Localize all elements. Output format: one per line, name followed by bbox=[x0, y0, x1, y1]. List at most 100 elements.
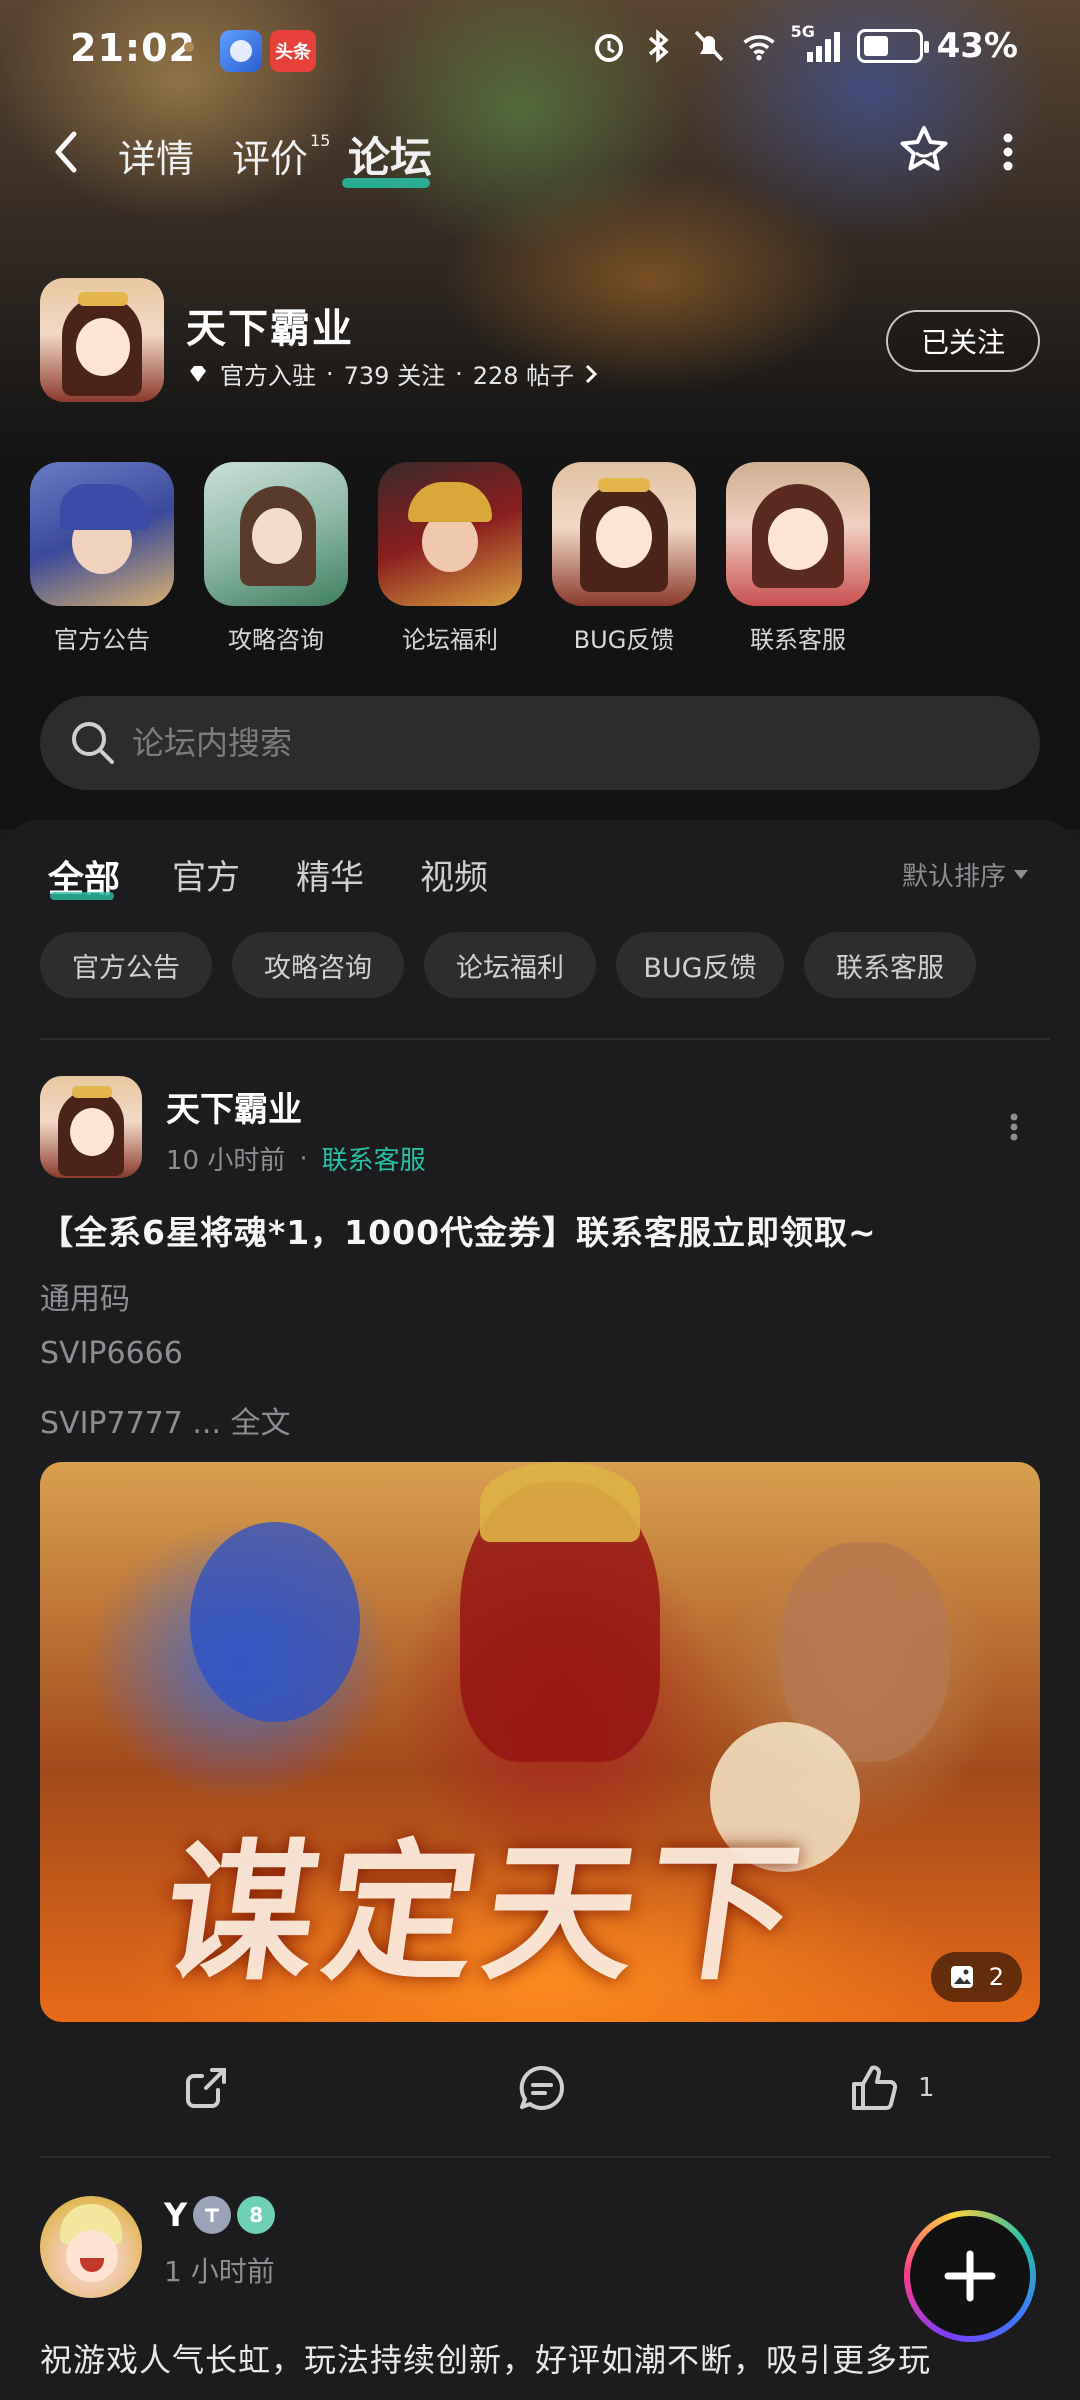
status-bar: 21:02 头条 5G 43% bbox=[0, 0, 1080, 100]
divider bbox=[40, 1038, 1050, 1040]
warrior-red-portrait-icon bbox=[378, 462, 522, 606]
caret-down-icon bbox=[1014, 870, 1029, 879]
battery-percent: 43% bbox=[936, 26, 1018, 66]
image-count-badge: 2 bbox=[930, 1952, 1022, 2002]
follow-button[interactable]: 已关注 bbox=[886, 310, 1040, 372]
forum-avatar[interactable] bbox=[40, 278, 164, 402]
smiling-heroine-portrait-icon bbox=[726, 462, 870, 606]
signal-icon: 5G bbox=[791, 22, 843, 64]
back-arrow-icon[interactable] bbox=[46, 124, 86, 180]
plus-icon bbox=[944, 2250, 996, 2302]
quick-link-bug-report[interactable]: BUG反馈 bbox=[552, 462, 696, 655]
comment-icon bbox=[519, 2065, 564, 2110]
notification-app-icon bbox=[220, 30, 262, 72]
review-count: 15 bbox=[310, 131, 331, 150]
mute-bell-icon bbox=[691, 28, 727, 64]
battery-icon bbox=[856, 29, 929, 63]
post-count: 228 帖子 bbox=[472, 362, 575, 390]
post-title[interactable]: 【全系6星将魂*1，1000代金券】联系客服立即领取~ bbox=[40, 1206, 877, 1254]
like-button[interactable]: 1 bbox=[846, 2058, 935, 2118]
banner-calligraphy: 谋定天下 bbox=[153, 1825, 819, 2001]
post-author-avatar[interactable] bbox=[40, 1076, 142, 1178]
forum-search-bar[interactable] bbox=[40, 696, 1040, 790]
chip-announcements[interactable]: 官方公告 bbox=[40, 932, 212, 998]
forum-title: 天下霸业 bbox=[186, 306, 354, 352]
share-button[interactable] bbox=[178, 2058, 234, 2118]
quick-link-label: 攻略咨询 bbox=[228, 626, 324, 654]
heroine-green-portrait-icon bbox=[204, 462, 348, 606]
quick-link-customer-service[interactable]: 联系客服 bbox=[726, 462, 870, 655]
separator-dot: · bbox=[455, 359, 463, 388]
share-icon bbox=[186, 2068, 226, 2108]
wifi-icon bbox=[741, 28, 777, 64]
status-icons: 5G 43% bbox=[591, 22, 1018, 66]
tab-details[interactable]: 详情 bbox=[118, 128, 194, 183]
tab-video[interactable]: 视频 bbox=[420, 850, 488, 899]
bluetooth-icon bbox=[641, 28, 677, 64]
thumbs-up-icon bbox=[852, 2065, 898, 2110]
quick-link-label: 联系客服 bbox=[750, 626, 846, 654]
author-name-text: Y bbox=[164, 2196, 188, 2234]
post-image[interactable]: 谋定天下 2 bbox=[40, 1462, 1040, 2022]
divider bbox=[40, 2156, 1050, 2158]
tab-featured[interactable]: 精华 bbox=[296, 850, 364, 899]
diamond-icon bbox=[190, 365, 206, 382]
status-dot-icon bbox=[184, 42, 194, 52]
separator-dot: · bbox=[299, 1143, 308, 1174]
post-author-avatar[interactable] bbox=[40, 2196, 142, 2298]
forum-stats[interactable]: 官方入驻 · 739 关注 · 228 帖子 bbox=[186, 356, 598, 391]
chip-bug-report[interactable]: BUG反馈 bbox=[616, 932, 784, 998]
post-body-text[interactable]: 祝游戏人气长虹，玩法持续创新，好评如潮不断，吸引更多玩 bbox=[40, 2330, 1050, 2400]
verified-label: 官方入驻 bbox=[220, 362, 316, 390]
post-category-tag[interactable]: 联系客服 bbox=[322, 1140, 426, 1177]
post-meta: 10 小时前 · 联系客服 bbox=[166, 1140, 426, 1177]
helmet-figure bbox=[480, 1462, 640, 1542]
more-options-icon[interactable] bbox=[996, 130, 1020, 174]
post-body-line: 通用码 bbox=[40, 1282, 130, 1317]
tab-reviews[interactable]: 评价 15 bbox=[232, 128, 330, 183]
image-count: 2 bbox=[988, 1963, 1004, 1991]
status-time: 21:02 bbox=[70, 26, 196, 70]
sort-dropdown[interactable]: 默认排序 bbox=[902, 856, 1029, 893]
post-body-line: SVIP6666 bbox=[40, 1336, 183, 1371]
like-count: 1 bbox=[918, 2073, 935, 2103]
comment-button[interactable] bbox=[514, 2058, 570, 2118]
separator-dot: · bbox=[326, 359, 334, 388]
chip-strategy[interactable]: 攻略咨询 bbox=[232, 932, 404, 998]
fab-inner bbox=[910, 2216, 1030, 2336]
tab-forum[interactable]: 论坛 bbox=[348, 124, 432, 185]
quick-link-benefits[interactable]: 论坛福利 bbox=[378, 462, 522, 655]
post-more-icon[interactable] bbox=[1008, 1112, 1020, 1142]
post-body-line[interactable]: SVIP7777 ... 全文 bbox=[40, 1398, 291, 1442]
favorite-star-icon[interactable] bbox=[896, 122, 952, 178]
member-badge-icon bbox=[193, 2196, 232, 2234]
quick-link-strategy[interactable]: 攻略咨询 bbox=[204, 462, 348, 655]
toutiao-notification-icon: 头条 bbox=[270, 30, 316, 72]
search-input[interactable] bbox=[132, 696, 1012, 790]
tab-official[interactable]: 官方 bbox=[172, 850, 240, 899]
create-post-button[interactable] bbox=[904, 2210, 1036, 2342]
hero-figure bbox=[190, 1522, 360, 1722]
chevron-right-icon bbox=[586, 364, 598, 383]
quick-link-label: BUG反馈 bbox=[573, 626, 675, 654]
quick-link-announcements[interactable]: 官方公告 bbox=[30, 462, 174, 655]
search-icon bbox=[72, 722, 114, 764]
post-author-name[interactable]: Y 8 bbox=[164, 2196, 276, 2234]
post-author-name[interactable]: 天下霸业 bbox=[166, 1082, 302, 1131]
level-badge: 8 bbox=[237, 2196, 276, 2234]
post-time: 10 小时前 bbox=[166, 1146, 286, 1176]
hero-blue-portrait-icon bbox=[30, 462, 174, 606]
image-icon bbox=[950, 1966, 973, 1988]
top-navigation: 详情 评价 15 论坛 bbox=[0, 110, 1080, 200]
post-time: 1 小时前 bbox=[164, 2255, 275, 2288]
princess-portrait-icon bbox=[552, 462, 696, 606]
content-tab-indicator bbox=[50, 892, 114, 900]
sort-label: 默认排序 bbox=[902, 862, 1007, 892]
quick-link-label: 官方公告 bbox=[54, 626, 150, 654]
tab-reviews-label: 评价 bbox=[232, 137, 309, 181]
network-type: 5G bbox=[790, 22, 815, 41]
chip-benefits[interactable]: 论坛福利 bbox=[424, 932, 596, 998]
follower-count: 739 关注 bbox=[343, 362, 446, 390]
quick-link-label: 论坛福利 bbox=[402, 626, 498, 654]
chip-customer-service[interactable]: 联系客服 bbox=[804, 932, 976, 998]
